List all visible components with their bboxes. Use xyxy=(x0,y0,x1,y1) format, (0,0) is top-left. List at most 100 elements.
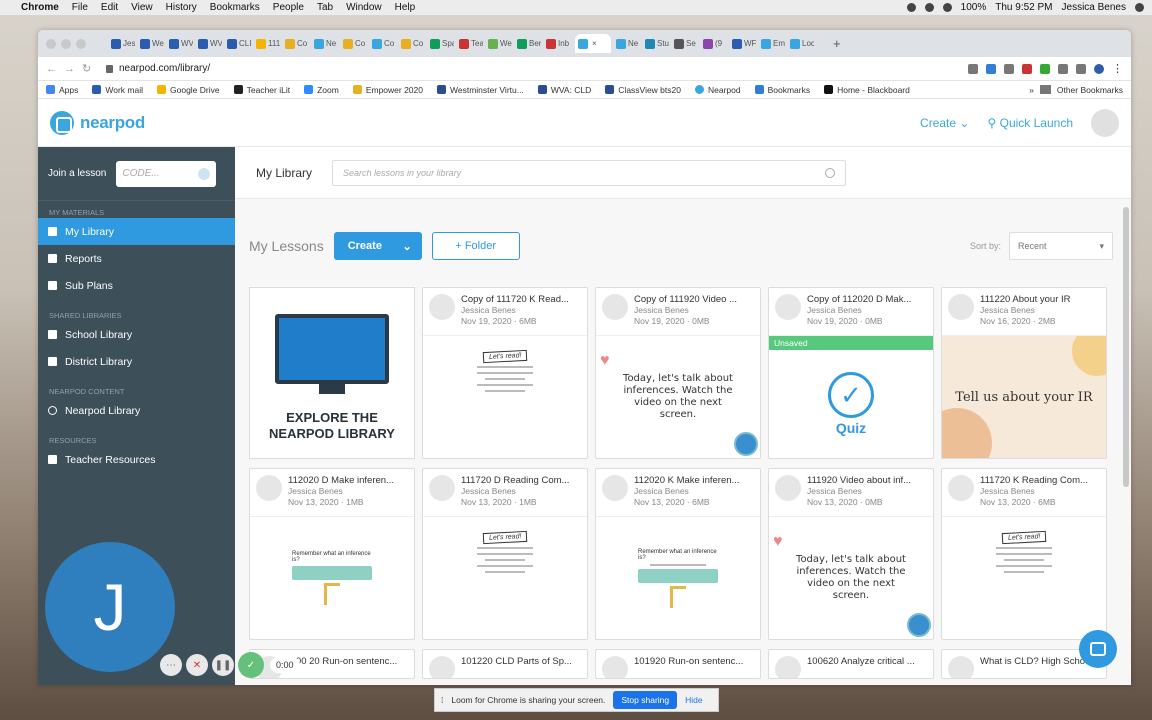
browser-tab[interactable]: (9 xyxy=(703,34,727,53)
menu-tab[interactable]: Tab xyxy=(317,2,333,13)
bookmark[interactable]: WVA: CLD xyxy=(537,85,591,95)
sort-select[interactable]: Recent ▾ xyxy=(1009,232,1113,260)
volume-icon[interactable] xyxy=(942,3,952,12)
wifi-icon[interactable] xyxy=(924,3,934,12)
extension-icon[interactable] xyxy=(1022,63,1032,74)
bookmark[interactable]: Nearpod xyxy=(694,85,741,95)
menu-people[interactable]: People xyxy=(273,2,304,13)
menu-dots-icon[interactable]: ⋮ xyxy=(1112,62,1123,75)
sidebar-item-sub-plans[interactable]: Sub Plans xyxy=(38,272,235,299)
menu-file[interactable]: File xyxy=(72,2,88,13)
chat-support-button[interactable] xyxy=(1079,630,1117,668)
browser-tab[interactable]: Co xyxy=(343,34,367,53)
stop-sharing-button[interactable]: Stop sharing xyxy=(613,691,678,709)
bookmark[interactable]: ClassView bts20 xyxy=(605,85,681,95)
browser-tab[interactable]: 111 xyxy=(256,34,280,53)
sidebar-item-my-library[interactable]: My Library xyxy=(38,218,235,245)
cancel-recording-icon[interactable]: ✕ xyxy=(186,654,208,676)
lesson-card[interactable]: 100620 Analyze critical ... xyxy=(768,649,934,679)
bookmark[interactable]: Westminster Virtu... xyxy=(436,85,524,95)
minimize-window-button[interactable] xyxy=(61,38,71,49)
new-tab-button[interactable]: + xyxy=(833,36,841,51)
browser-tab[interactable]: Co xyxy=(285,34,309,53)
mic-icon[interactable] xyxy=(906,3,916,12)
sidebar-item-district-library[interactable]: District Library xyxy=(38,348,235,375)
explore-library-card[interactable]: EXPLORE THE NEARPOD LIBRARY xyxy=(249,287,415,459)
create-button[interactable]: Create ⌄ xyxy=(333,232,422,260)
drag-handle-icon[interactable]: ⁞ xyxy=(441,695,443,705)
menu-bookmarks[interactable]: Bookmarks xyxy=(210,2,260,13)
puzzle-icon[interactable] xyxy=(1076,63,1086,74)
browser-tab[interactable]: WV xyxy=(169,34,193,53)
lesson-card[interactable]: 101220 CLD Parts of Sp... xyxy=(422,649,588,679)
more-options-icon[interactable]: ⋯ xyxy=(160,654,182,676)
zoom-window-button[interactable] xyxy=(76,38,86,49)
add-folder-button[interactable]: + Folder xyxy=(431,232,520,260)
lesson-card[interactable]: Copy of 112020 D Mak... Jessica Benes Nov … xyxy=(768,287,934,459)
lesson-card[interactable]: 111220 About your IR Jessica Benes Nov 16,… xyxy=(941,287,1107,459)
lesson-card[interactable]: Copy of 111720 K Read... Jessica Benes Nov… xyxy=(422,287,588,459)
lesson-card[interactable]: Copy of 111920 Video ... Jessica Benes Nov… xyxy=(595,287,761,459)
browser-tab[interactable]: Ber xyxy=(517,34,541,53)
extension-icon[interactable] xyxy=(1040,63,1050,74)
menu-history[interactable]: History xyxy=(166,2,197,13)
lesson-card[interactable]: 111720 D Reading Com... Jessica Benes Nov … xyxy=(422,468,588,640)
go-arrow-icon[interactable] xyxy=(198,167,211,180)
browser-tab[interactable]: Inb xyxy=(546,34,570,53)
sidebar-item-nearpod-library[interactable]: Nearpod Library xyxy=(38,397,235,424)
forward-arrow-icon[interactable]: → xyxy=(64,63,82,75)
browser-tab[interactable]: Em xyxy=(761,34,785,53)
browser-tab[interactable]: Co xyxy=(401,34,425,53)
browser-tab[interactable]: Se xyxy=(674,34,698,53)
browser-tab[interactable]: Ne xyxy=(616,34,640,53)
browser-tab[interactable]: × xyxy=(575,34,611,53)
pause-icon[interactable]: ❚❚ xyxy=(212,654,234,676)
menu-app[interactable]: Chrome xyxy=(21,2,59,13)
profile-avatar-icon[interactable] xyxy=(1094,63,1104,74)
bookmark[interactable]: Empower 2020 xyxy=(352,85,423,95)
extension-icon[interactable] xyxy=(1004,63,1014,74)
address-bar[interactable]: nearpod.com/library/ xyxy=(106,60,968,78)
menu-help[interactable]: Help xyxy=(395,2,416,13)
menu-window[interactable]: Window xyxy=(346,2,382,13)
star-icon[interactable] xyxy=(986,63,996,74)
bookmark[interactable]: Home - Blackboard xyxy=(824,85,910,95)
browser-tab[interactable]: CLI xyxy=(227,34,251,53)
menu-view[interactable]: View xyxy=(131,2,153,13)
browser-tab[interactable]: Co xyxy=(372,34,396,53)
scrollbar[interactable] xyxy=(1123,207,1129,487)
bookmark[interactable]: Teacher iLit xyxy=(233,85,290,95)
chevron-double-right-icon[interactable]: » xyxy=(1029,85,1034,95)
search-icon[interactable] xyxy=(825,167,836,178)
bookmark[interactable]: Work mail xyxy=(92,85,143,95)
back-arrow-icon[interactable]: ← xyxy=(46,63,64,75)
sidebar-item-reports[interactable]: Reports xyxy=(38,245,235,272)
search-input[interactable]: Search lessons in your library xyxy=(332,159,847,186)
browser-tab[interactable]: WV xyxy=(198,34,222,53)
create-menu[interactable]: Create ⌄ xyxy=(920,116,969,130)
browser-tab[interactable]: Loc xyxy=(790,34,814,53)
user-avatar[interactable] xyxy=(1091,109,1119,137)
lesson-card[interactable]: 112020 D Make inferen... Jessica Benes Nov… xyxy=(249,468,415,640)
hide-button[interactable]: Hide xyxy=(685,695,702,705)
lesson-card[interactable]: 111920 Video about inf... Jessica Benes No… xyxy=(768,468,934,640)
battery-percent[interactable]: 100% xyxy=(961,2,987,13)
sidebar-item-school-library[interactable]: School Library xyxy=(38,321,235,348)
bookmark[interactable]: Bookmarks xyxy=(754,85,810,95)
search-icon[interactable] xyxy=(1135,3,1144,12)
quick-launch-button[interactable]: ⚲ Quick Launch xyxy=(987,116,1073,130)
browser-tab[interactable]: Stu xyxy=(645,34,669,53)
extension-icon[interactable] xyxy=(1058,63,1068,74)
finish-recording-icon[interactable]: ✓ xyxy=(238,652,264,678)
browser-tab[interactable]: We xyxy=(140,34,164,53)
browser-tab[interactable]: Spa xyxy=(430,34,454,53)
close-tab-icon[interactable]: × xyxy=(592,39,597,48)
lesson-card[interactable]: 101920 Run-on sentenc... xyxy=(595,649,761,679)
browser-tab[interactable]: Ne xyxy=(314,34,338,53)
bookmark[interactable]: Zoom xyxy=(304,85,339,95)
browser-tab[interactable]: WF xyxy=(732,34,756,53)
code-input[interactable]: CODE... xyxy=(116,160,217,187)
bookmark[interactable]: Google Drive xyxy=(157,85,220,95)
sidebar-item-teacher-resources[interactable]: Teacher Resources xyxy=(38,446,235,473)
nearpod-logo[interactable]: nearpod xyxy=(50,111,145,135)
